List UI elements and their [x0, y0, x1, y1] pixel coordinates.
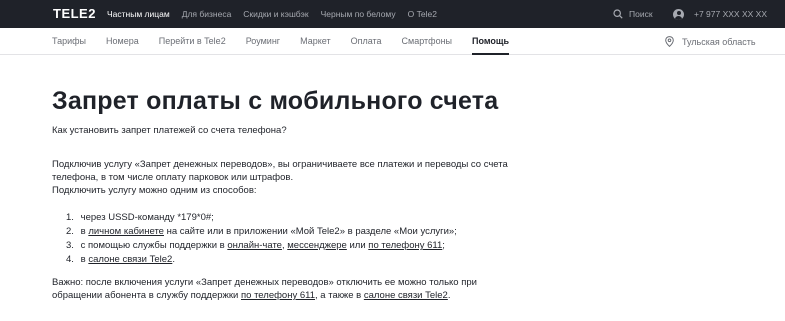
method-number: 2. — [66, 226, 74, 237]
note-text: . — [447, 290, 451, 301]
tele2-store-link[interactable]: салоне связи Tele2 — [88, 254, 172, 265]
note-line: обращении абонента в службу поддержки по… — [52, 289, 512, 302]
subnav-payment[interactable]: Оплата — [351, 28, 382, 55]
page-title: Запрет оплаты с мобильного счета — [52, 87, 499, 115]
intro-line: Подключив услугу «Запрет денежных перево… — [52, 159, 508, 170]
segment-nav: Частным лицам Для бизнеса Скидки и кэшбэ… — [107, 0, 449, 28]
method-text: ; — [442, 240, 445, 251]
note-line: Важно: после включения услуги «Запрет де… — [52, 277, 477, 288]
subnav-tariffs[interactable]: Тарифы — [52, 28, 86, 55]
intro-line: телефона, в том числе оплату парковок ил… — [52, 172, 294, 183]
search-icon — [613, 9, 623, 19]
method-text: на сайте или в приложении «Мой Tele2» в … — [166, 226, 457, 237]
methods-list: 1. через USSD-команду *179*0#; 2. в личн… — [66, 211, 457, 267]
method-text: через USSD-команду *179*0#; — [80, 212, 214, 223]
method-number: 1. — [66, 212, 74, 223]
subnav-numbers[interactable]: Номера — [106, 28, 139, 55]
note-text: , а также в — [315, 290, 362, 301]
user-phone: +7 977 XXX XX XX — [694, 9, 768, 19]
intro-line: Подключить услугу можно одним из способо… — [52, 185, 257, 196]
nav-private-clients[interactable]: Частным лицам — [107, 6, 170, 22]
nav-black-on-white[interactable]: Черным по белому — [321, 6, 396, 22]
article-intro: Подключив услугу «Запрет денежных перево… — [52, 158, 532, 197]
tele2-logo[interactable]: TELE2 — [53, 6, 96, 22]
note-tele2-store-link[interactable]: салоне связи Tele2 — [364, 290, 448, 301]
subnav-roaming[interactable]: Роуминг — [246, 28, 280, 55]
subnav-switch-to-tele2[interactable]: Перейти в Tele2 — [159, 28, 226, 55]
method-text: , — [281, 240, 285, 251]
method-item: 4. в салоне связи Tele2. — [66, 253, 457, 267]
sub-nav: Тарифы Номера Перейти в Tele2 Роуминг Ма… — [0, 28, 785, 55]
top-bar: TELE2 Частным лицам Для бизнеса Скидки и… — [0, 0, 785, 28]
messenger-link[interactable]: мессенджере — [287, 240, 347, 251]
nav-business[interactable]: Для бизнеса — [182, 6, 232, 22]
nav-discounts-cashback[interactable]: Скидки и кэшбэк — [243, 6, 308, 22]
method-text: с помощью службы поддержки в — [80, 240, 225, 251]
note-phone-611-link[interactable]: по телефону 611 — [241, 290, 315, 301]
method-number: 4. — [66, 254, 74, 265]
region-selector[interactable]: Тульская область — [665, 28, 756, 55]
region-label: Тульская область — [682, 36, 756, 47]
method-item: 1. через USSD-команду *179*0#; — [66, 211, 457, 225]
method-text: в — [80, 254, 86, 265]
method-text: в — [80, 226, 86, 237]
subnav-market[interactable]: Маркет — [300, 28, 330, 55]
method-item: 3. с помощью службы поддержки в онлайн-ч… — [66, 239, 457, 253]
subnav-help[interactable]: Помощь — [472, 28, 510, 55]
method-text: . — [172, 254, 175, 265]
note-text: обращении абонента в службу поддержки — [52, 290, 239, 301]
method-number: 3. — [66, 240, 74, 251]
subnav-smartphones[interactable]: Смартфоны — [402, 28, 452, 55]
search-label: Поиск — [629, 9, 653, 19]
phone-611-link[interactable]: по телефону 611 — [368, 240, 442, 251]
important-note: Важно: после включения услуги «Запрет де… — [52, 276, 512, 302]
search-button[interactable]: Поиск — [613, 0, 653, 28]
user-avatar-icon — [673, 8, 684, 20]
nav-about-tele2[interactable]: О Tele2 — [408, 6, 437, 22]
location-pin-icon — [665, 36, 674, 47]
article-question: Как установить запрет платежей со счета … — [52, 125, 287, 136]
method-text: или — [349, 240, 366, 251]
sub-nav-links: Тарифы Номера Перейти в Tele2 Роуминг Ма… — [52, 28, 529, 55]
online-chat-link[interactable]: онлайн-чате — [227, 240, 282, 251]
method-item: 2. в личном кабинете на сайте или в прил… — [66, 225, 457, 239]
user-account[interactable]: +7 977 XXX XX XX — [673, 0, 767, 28]
personal-account-link[interactable]: личном кабинете — [88, 226, 164, 237]
